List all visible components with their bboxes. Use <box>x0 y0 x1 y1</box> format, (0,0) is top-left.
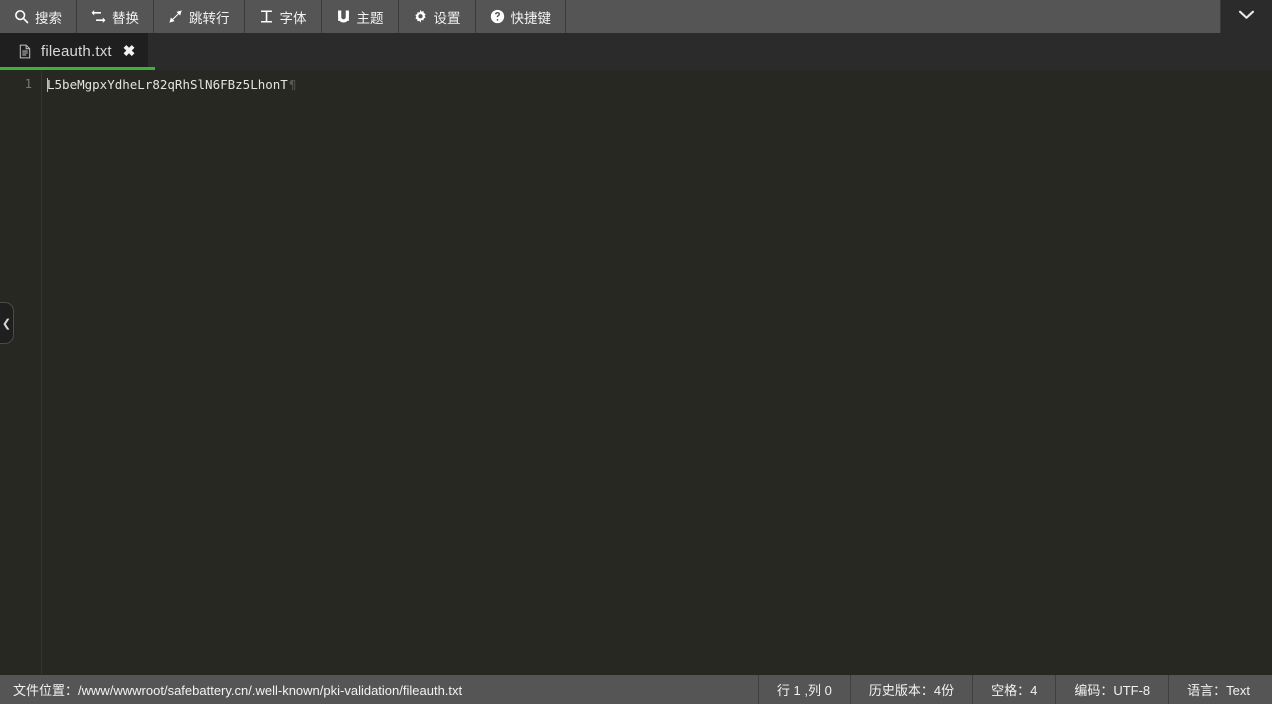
toolbar-button-settings[interactable]: 设置 <box>399 0 476 33</box>
toolbar-label-goto-line: 跳转行 <box>189 10 230 26</box>
line-number: 1 <box>24 77 32 91</box>
code-line-text: L5beMgpxYdheLr82qRhSlN6FBz5LhonT <box>47 77 288 92</box>
line-number-gutter: 1 <box>0 70 42 675</box>
gear-icon <box>413 9 428 24</box>
tab-bar: fileauth.txt ✖ <box>0 33 1272 70</box>
status-cursor-position[interactable]: 行 1 ,列 0 <box>757 675 850 704</box>
toolbar-label-theme: 主题 <box>356 10 384 26</box>
code-line-1[interactable]: L5beMgpxYdheLr82qRhSlN6FBz5LhonT ¶ <box>47 76 1272 93</box>
search-icon <box>14 9 29 24</box>
main-toolbar: 搜索 替换 跳转行 字体 主题 设置 快捷键 <box>0 0 1272 33</box>
tab-close-icon[interactable]: ✖ <box>123 44 136 59</box>
font-icon <box>259 9 274 24</box>
toolbar-button-search[interactable]: 搜索 <box>0 0 77 33</box>
status-language[interactable]: 语言：Text <box>1168 675 1272 704</box>
tab-fileauth-txt[interactable]: fileauth.txt ✖ <box>0 33 149 70</box>
editor-app-window: 搜索 替换 跳转行 字体 主题 设置 快捷键 fileauth.txt ✖ 1 … <box>0 0 1272 704</box>
tab-label: fileauth.txt <box>41 43 112 60</box>
toolbar-overflow-button[interactable] <box>1221 0 1272 33</box>
toolbar-button-goto-line[interactable]: 跳转行 <box>154 0 245 33</box>
eol-marker-icon: ¶ <box>288 77 297 92</box>
toolbar-button-font[interactable]: 字体 <box>245 0 322 33</box>
toolbar-button-shortcuts[interactable]: 快捷键 <box>476 0 566 33</box>
toolbar-label-replace: 替换 <box>112 10 139 26</box>
toolbar-spacer <box>566 0 1221 33</box>
toolbar-button-theme[interactable]: 主题 <box>322 0 399 33</box>
toolbar-button-replace[interactable]: 替换 <box>77 0 154 33</box>
status-bar: 文件位置：/www/wwwroot/safebattery.cn/.well-k… <box>0 675 1272 704</box>
toolbar-label-search: 搜索 <box>35 10 62 26</box>
status-file-location: 文件位置：/www/wwwroot/safebattery.cn/.well-k… <box>13 683 463 698</box>
status-encoding[interactable]: 编码：UTF-8 <box>1055 675 1168 704</box>
question-circle-icon <box>490 9 505 24</box>
toolbar-label-font: 字体 <box>279 10 307 26</box>
code-content[interactable]: L5beMgpxYdheLr82qRhSlN6FBz5LhonT ¶ <box>42 70 1272 675</box>
sidebar-collapse-handle[interactable]: ❮ <box>0 302 14 344</box>
exchange-icon <box>91 9 106 24</box>
toolbar-label-settings: 设置 <box>433 10 461 26</box>
goto-line-icon <box>168 9 183 24</box>
magnet-icon <box>336 9 351 24</box>
status-history-versions[interactable]: 历史版本：4份 <box>849 675 972 704</box>
chevron-down-icon <box>1237 8 1256 26</box>
editor-area[interactable]: 1 L5beMgpxYdheLr82qRhSlN6FBz5LhonT ¶ ❮ <box>0 70 1272 675</box>
toolbar-label-shortcuts: 快捷键 <box>510 10 552 26</box>
file-icon <box>18 44 32 59</box>
status-indent-size[interactable]: 空格：4 <box>972 675 1055 704</box>
chevron-left-icon: ❮ <box>1 317 12 330</box>
